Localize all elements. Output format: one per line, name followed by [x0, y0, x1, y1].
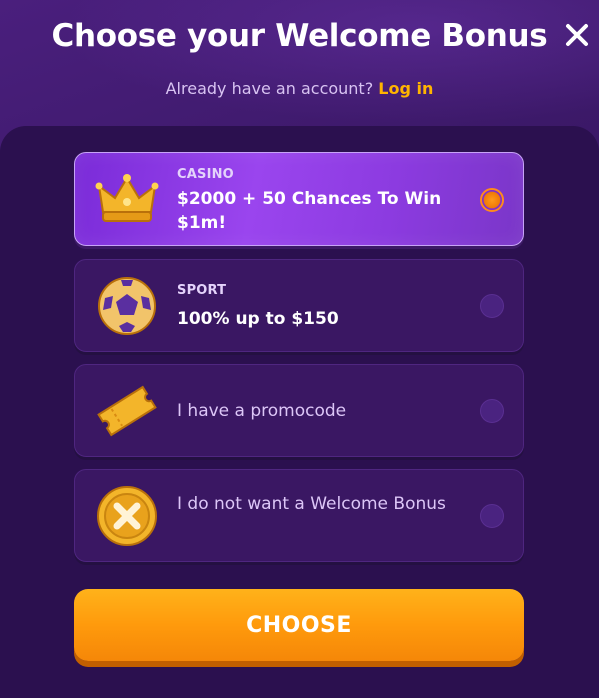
- option-category: SPORT: [177, 283, 227, 298]
- ticket-icon: [97, 385, 157, 437]
- radio-casino[interactable]: [480, 188, 504, 212]
- choose-button[interactable]: CHOOSE: [74, 589, 524, 661]
- radio-no-bonus[interactable]: [480, 504, 504, 528]
- crown-icon: [95, 174, 159, 222]
- login-prompt-text: Already have an account?: [165, 79, 374, 98]
- option-label: I do not want a Welcome Bonus: [177, 494, 446, 514]
- option-label: 100% up to $150: [177, 309, 339, 329]
- option-label: I have a promocode: [177, 401, 347, 421]
- login-link[interactable]: Log in: [378, 79, 433, 98]
- page-title: Choose your Welcome Bonus: [51, 18, 548, 54]
- no-coin-icon: [97, 486, 157, 546]
- radio-sport[interactable]: [480, 294, 504, 318]
- soccer-ball-icon: [98, 277, 156, 335]
- option-category: CASINO: [177, 167, 234, 182]
- option-promocode[interactable]: I have a promocode: [74, 364, 524, 457]
- option-label: $2000 + 50 Chances To Win $1m!: [177, 189, 442, 233]
- option-casino[interactable]: CASINO $2000 + 50 Chances To Win $1m!: [74, 152, 524, 246]
- option-no-bonus[interactable]: I do not want a Welcome Bonus: [74, 469, 524, 562]
- option-sport[interactable]: SPORT 100% up to $150: [74, 259, 524, 352]
- login-prompt: Already have an account? Log in: [0, 79, 599, 98]
- close-button[interactable]: [560, 18, 594, 52]
- close-icon: [566, 24, 588, 46]
- radio-promocode[interactable]: [480, 399, 504, 423]
